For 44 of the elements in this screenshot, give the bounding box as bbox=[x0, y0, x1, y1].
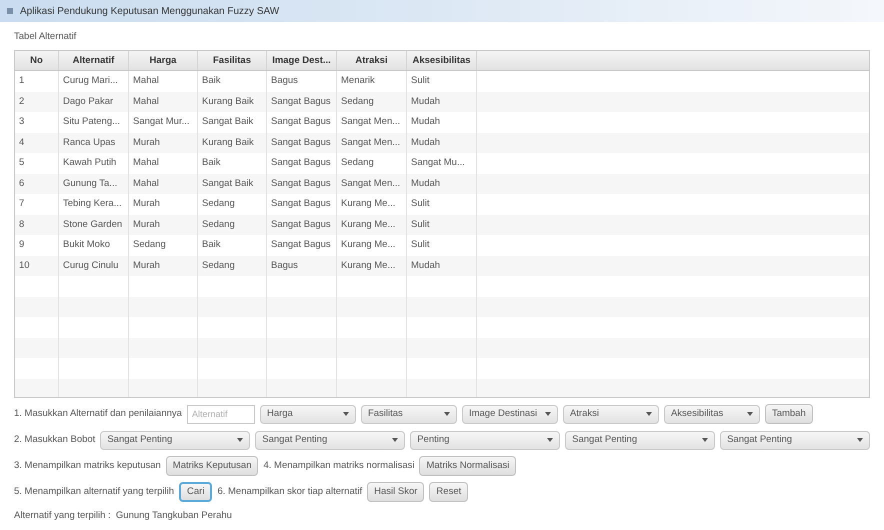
dropdown[interactable]: Harga bbox=[260, 404, 356, 424]
form-label: 5. Menampilkan alternatif yang terpilih bbox=[14, 484, 174, 499]
form-label: 6. Menampilkan skor tiap alternatif bbox=[217, 484, 362, 499]
caret-icon bbox=[342, 412, 349, 416]
dropdown[interactable]: Penting bbox=[410, 430, 560, 450]
column-header[interactable]: Fasilitas bbox=[198, 51, 267, 70]
section-label: Tabel Alternatif bbox=[14, 30, 78, 44]
dropdown[interactable]: Sangat Penting bbox=[100, 430, 250, 450]
dropdown[interactable]: Image Destinasi bbox=[462, 404, 558, 424]
dropdown[interactable]: Atraksi bbox=[562, 404, 659, 424]
caret-icon bbox=[237, 438, 244, 442]
action-button[interactable]: Cari bbox=[179, 482, 212, 502]
action-button[interactable]: Hasil Skor bbox=[367, 482, 424, 502]
action-button[interactable]: Matriks Keputusan bbox=[166, 456, 258, 476]
caret-icon bbox=[702, 438, 708, 442]
column-header[interactable]: Alternatif bbox=[59, 51, 129, 70]
dropdown[interactable]: Sangat Penting bbox=[720, 430, 870, 450]
caret-icon bbox=[646, 412, 652, 416]
caret-icon bbox=[857, 438, 864, 442]
column-header[interactable]: No bbox=[15, 51, 59, 70]
input-field[interactable]: Alternatif bbox=[186, 404, 255, 424]
action-button[interactable]: Reset bbox=[429, 482, 468, 502]
dropdown[interactable]: Sangat Penting bbox=[255, 430, 406, 450]
result-text: Alternatif yang terpilih : Gunung Tangkuban Perahu bbox=[14, 508, 233, 523]
form-label: 4. Menampilkan matriks normalisasi bbox=[263, 458, 414, 473]
action-button[interactable]: Matriks Normalisasi bbox=[419, 456, 516, 476]
form-label: 2. Masukkan Bobot bbox=[14, 432, 96, 447]
column-header[interactable]: Aksesibilitas bbox=[407, 51, 477, 70]
dropdown[interactable]: Aksesibilitas bbox=[664, 404, 760, 424]
column-header[interactable]: Image Dest... bbox=[267, 51, 337, 70]
caret-icon bbox=[547, 438, 554, 442]
caret-icon bbox=[444, 412, 450, 416]
dropdown[interactable]: Sangat Penting bbox=[565, 430, 716, 450]
dropdown[interactable]: Fasilitas bbox=[360, 404, 457, 424]
column-header[interactable]: Atraksi bbox=[337, 51, 407, 70]
caret-icon bbox=[392, 438, 398, 442]
form-label: 3. Menampilkan matriks keputusan bbox=[14, 458, 161, 473]
caret-icon bbox=[544, 412, 551, 416]
caret-icon bbox=[746, 412, 753, 416]
action-button[interactable]: Tambah bbox=[764, 404, 813, 424]
column-header[interactable]: Harga bbox=[129, 51, 198, 70]
app-icon bbox=[6, 7, 14, 15]
window-title: Aplikasi Pendukung Keputusan Menggunakan Fuzzy SAW bbox=[20, 4, 280, 18]
form-label: 1. Masukkan Alternatif dan penilaiannya bbox=[14, 406, 182, 421]
